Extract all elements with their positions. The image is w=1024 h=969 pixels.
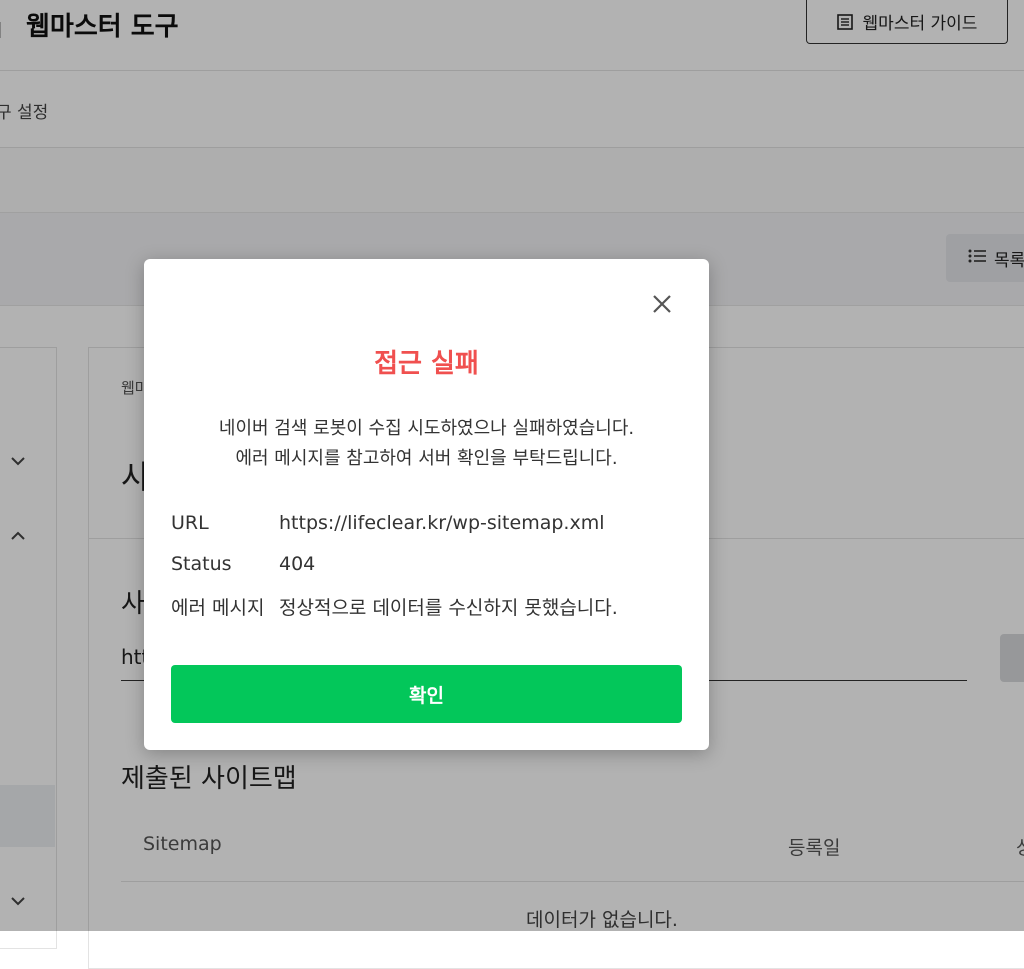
- dialog-description-line-2: 에러 메시지를 참고하여 서버 확인을 부탁드립니다.: [235, 448, 618, 469]
- dialog-description: 네이버 검색 로봇이 수집 시도하였으나 실패하였습니다. 에러 메시지를 참고…: [144, 414, 709, 474]
- info-value: 404: [279, 553, 316, 575]
- page: 웹마스터 도구 웹마스터 가이드 구 설정 목록 웹마 사 사 htt 제출된 …: [0, 0, 1024, 969]
- info-value: https://lifeclear.kr/wp-sitemap.xml: [279, 512, 605, 534]
- info-value: 정상적으로 데이터를 수신하지 못했습니다.: [279, 597, 618, 619]
- close-icon[interactable]: [649, 291, 675, 317]
- info-label: URL: [171, 512, 209, 534]
- info-label: Status: [171, 553, 232, 575]
- dialog-description-line-1: 네이버 검색 로봇이 수집 시도하였으나 실패하였습니다.: [218, 418, 635, 439]
- confirm-button[interactable]: 확인: [171, 665, 682, 723]
- dialog-title: 접근 실패: [374, 349, 479, 379]
- info-label: 에러 메시지: [171, 597, 265, 619]
- access-failure-dialog: 접근 실패 네이버 검색 로봇이 수집 시도하였으나 실패하였습니다. 에러 메…: [144, 259, 709, 750]
